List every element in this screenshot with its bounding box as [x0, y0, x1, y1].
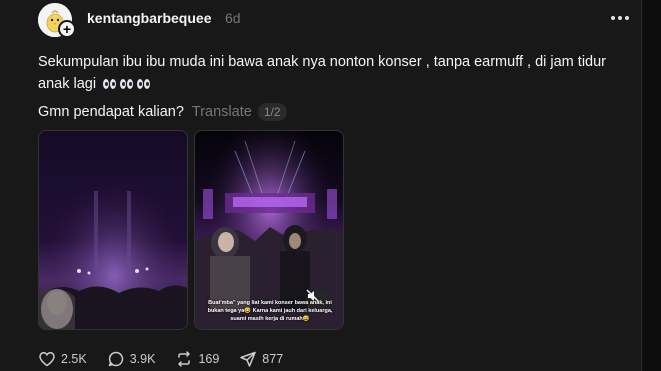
send-icon: [240, 351, 257, 367]
heart-icon: [39, 352, 55, 367]
reply-count: 3.9K: [129, 352, 156, 366]
video-caption: Buat'mba" yang liat kami konser bawa ana…: [207, 300, 333, 322]
like-button[interactable]: 2.5K: [38, 350, 87, 368]
post-question: Gmn pendapat kalian?: [38, 104, 184, 120]
eyes-emoji-icon: [120, 79, 134, 90]
post-timestamp[interactable]: 6d: [225, 10, 241, 26]
like-count: 2.5K: [61, 352, 87, 366]
more-options-icon[interactable]: [608, 10, 632, 26]
reply-button[interactable]: 3.9K: [107, 350, 156, 368]
share-count: 877: [262, 352, 284, 366]
media-video-1[interactable]: [38, 130, 188, 330]
follow-button[interactable]: +: [58, 20, 76, 38]
media-counter-badge: 1/2: [257, 103, 287, 121]
page-scrollbar[interactable]: [643, 0, 661, 371]
media-video-2[interactable]: Buat'mba" yang liat kami konser bawa ana…: [194, 130, 344, 330]
concert-crowd-image-1: [39, 131, 187, 329]
eyes-emoji-group: [103, 79, 151, 90]
post-actions-bar: 2.5K 3.9K 169 877: [38, 349, 303, 369]
author-username[interactable]: kentangbarbequee: [87, 10, 211, 26]
thread-post-card: + kentangbarbequee 6d Sekumpulan ibu ibu…: [0, 0, 642, 371]
translate-link[interactable]: Translate: [192, 104, 252, 120]
repost-icon: [178, 351, 191, 367]
post-body: Sekumpulan ibu ibu muda ini bawa anak ny…: [38, 51, 638, 95]
repost-count: 169: [198, 352, 220, 366]
repost-button[interactable]: 169: [175, 350, 219, 368]
comment-icon: [108, 351, 123, 367]
eyes-emoji-icon: [137, 79, 151, 90]
post-question-line: Gmn pendapat kalian? Translate 1/2: [38, 103, 287, 121]
eyes-emoji-icon: [103, 79, 117, 90]
plus-icon: +: [62, 20, 72, 37]
share-button[interactable]: 877: [239, 350, 283, 368]
